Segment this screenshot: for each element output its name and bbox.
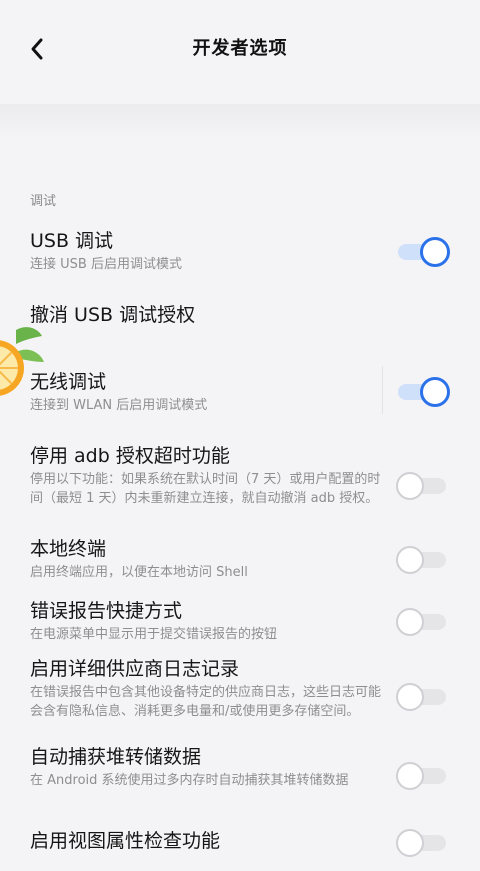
toggle-knob [396,829,424,857]
setting-subtitle: 连接到 WLAN 后启用调试模式 [30,398,208,413]
bug-report-shortcut-toggle[interactable] [396,607,450,636]
developer-options-screen: 开发者选项 调试 USB 调试 连接 USB 后启用调试模式 撤消 USB 调试… [0,0,480,871]
toggle-knob [396,546,424,574]
section-label-debugging: 调试 [30,194,57,209]
page-title: 开发者选项 [192,38,288,59]
setting-subtitle: 在电源菜单中显示用于提交错误报告的按钮 [30,627,278,642]
top-app-bar: 开发者选项 [0,0,480,98]
setting-title: 启用详细供应商日志记录 [30,658,240,680]
setting-subtitle: 停用以下功能：如果系统在默认时间（7 天）或用户配置的时间（最短 1 天）内未重… [30,472,381,506]
toggle-knob [396,608,424,636]
setting-title: 启用视图属性检查功能 [30,830,221,852]
view-attribute-inspection-toggle[interactable] [396,828,450,857]
row-divider [382,366,383,414]
setting-usb-debugging[interactable]: USB 调试 连接 USB 后启用调试模式 [30,228,450,274]
orange-slice-decoration-icon [0,327,44,396]
setting-title: USB 调试 [30,230,114,252]
toggle-knob [396,472,424,500]
verbose-vendor-logging-toggle[interactable] [396,682,450,711]
setting-local-terminal[interactable]: 本地终端 启用终端应用，以便在本地访问 Shell [30,536,450,582]
setting-view-attribute-inspection[interactable]: 启用视图属性检查功能 [30,828,450,854]
toggle-knob [420,377,450,407]
setting-disable-adb-timeout[interactable]: 停用 adb 授权超时功能 停用以下功能：如果系统在默认时间（7 天）或用户配置… [30,443,450,508]
toggle-knob [396,683,424,711]
setting-title: 撤消 USB 调试授权 [30,304,196,326]
header-divider [0,104,480,140]
setting-title: 停用 adb 授权超时功能 [30,445,230,467]
local-terminal-toggle[interactable] [396,545,450,574]
wireless-debugging-toggle[interactable] [398,377,450,407]
setting-title: 自动捕获堆转储数据 [30,746,202,768]
setting-auto-heap-dump[interactable]: 自动捕获堆转储数据 在 Android 系统使用过多内存时自动捕获其堆转储数据 [30,744,450,790]
setting-title: 本地终端 [30,538,107,560]
setting-subtitle: 启用终端应用，以便在本地访问 Shell [30,565,248,580]
setting-wireless-debugging[interactable]: 无线调试 连接到 WLAN 后启用调试模式 [30,369,450,415]
setting-bug-report-shortcut[interactable]: 错误报告快捷方式 在电源菜单中显示用于提交错误报告的按钮 [30,598,450,644]
setting-title: 错误报告快捷方式 [30,600,183,622]
setting-subtitle: 连接 USB 后启用调试模式 [30,257,182,272]
setting-subtitle: 在错误报告中包含其他设备特定的供应商日志，这些日志可能会含有隐私信息、消耗更多电… [30,685,382,719]
setting-verbose-vendor-logging[interactable]: 启用详细供应商日志记录 在错误报告中包含其他设备特定的供应商日志，这些日志可能会… [30,656,450,721]
setting-title: 无线调试 [30,371,107,393]
disable-adb-timeout-toggle[interactable] [396,471,450,500]
usb-debugging-toggle[interactable] [398,237,450,267]
auto-heap-dump-toggle[interactable] [396,761,450,790]
toggle-knob [396,762,424,790]
setting-revoke-usb-authorization[interactable]: 撤消 USB 调试授权 [30,302,450,328]
setting-subtitle: 在 Android 系统使用过多内存时自动捕获其堆转储数据 [30,773,349,788]
toggle-knob [420,237,450,267]
